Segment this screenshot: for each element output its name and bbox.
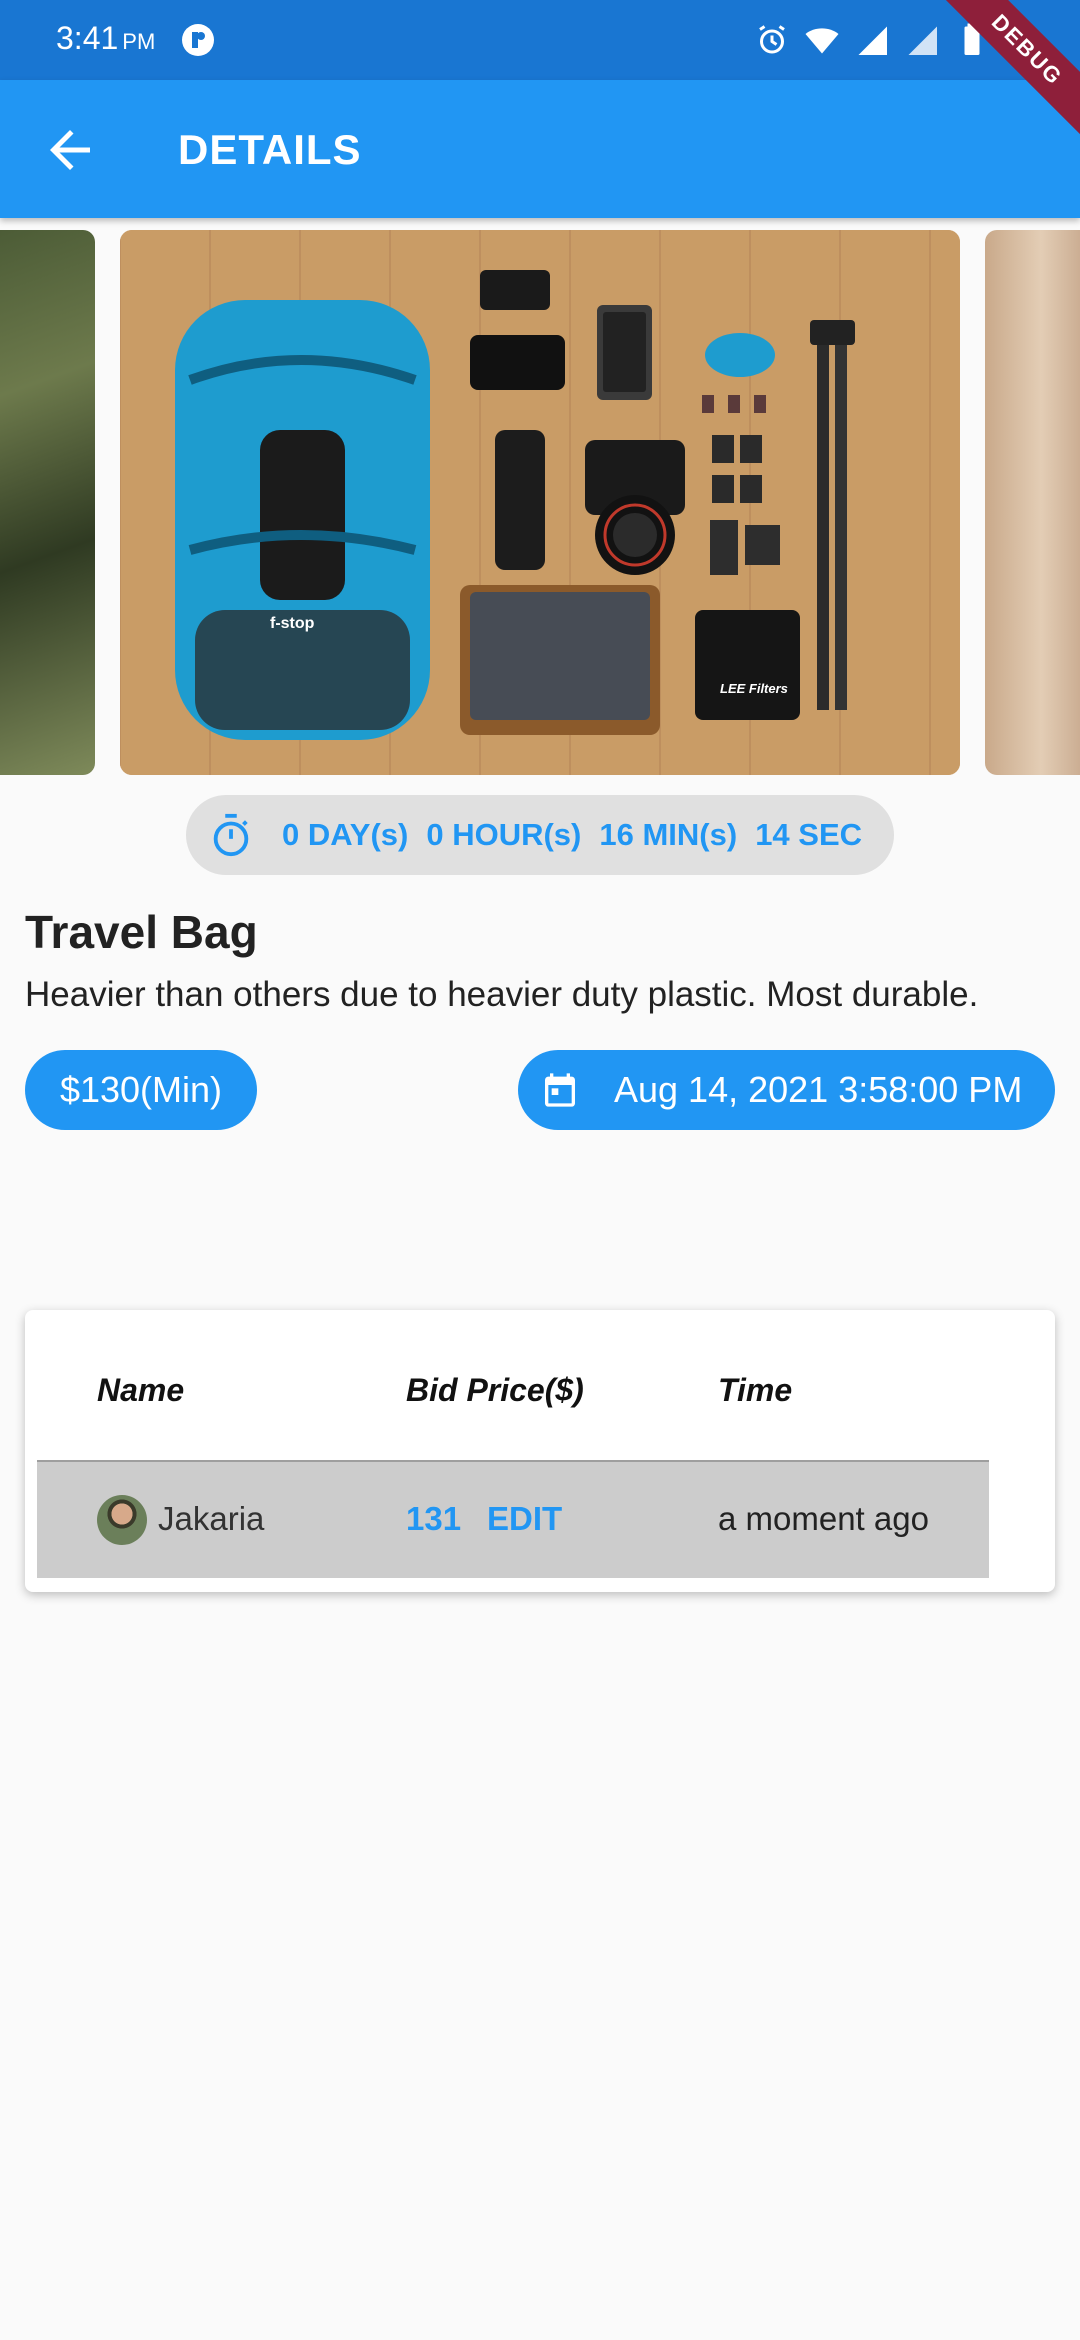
product-title: Travel Bag: [25, 906, 258, 958]
countdown-seconds: 14 SEC: [755, 817, 863, 852]
backpack-brand-text: f-stop: [270, 615, 315, 632]
back-arrow-icon[interactable]: [40, 120, 100, 180]
column-header-time: Time: [718, 1372, 793, 1408]
status-icons: [754, 22, 990, 58]
carousel-image-previous[interactable]: [0, 230, 95, 775]
min-price-chip: $130(Min): [25, 1050, 257, 1130]
wifi-icon: [805, 28, 839, 54]
product-description: Heavier than others due to heavier duty …: [25, 975, 979, 1014]
app-bar: DETAILS: [0, 80, 1080, 218]
status-time: 3:41 PM: [56, 20, 155, 57]
end-date-label: Aug 14, 2021 3:58:00 PM: [614, 1069, 1023, 1110]
countdown-timer: 0 DAY(s) 0 HOUR(s) 16 MIN(s) 14 SEC: [186, 795, 894, 875]
status-time-value: 3:41: [56, 20, 119, 56]
bidder-name: Jakaria: [158, 1500, 265, 1537]
status-time-ampm: PM: [122, 29, 156, 54]
filter-pouch-text: LEE Filters: [720, 681, 788, 696]
countdown-hours: 0 HOUR(s): [426, 817, 582, 852]
bid-amount: 131: [406, 1500, 462, 1537]
carousel-image-next[interactable]: [985, 230, 1080, 775]
timer-icon: [213, 813, 249, 857]
alarm-icon: [759, 25, 785, 54]
column-header-bid-price: Bid Price($): [406, 1372, 584, 1408]
column-header-name: Name: [97, 1372, 185, 1408]
bidder-avatar: [97, 1495, 147, 1545]
countdown-days: 0 DAY(s): [282, 817, 409, 852]
calendar-icon: [545, 1073, 575, 1107]
page-title: DETAILS: [178, 126, 362, 173]
edit-bid-button[interactable]: EDIT: [487, 1500, 562, 1538]
signal-icon: [858, 26, 887, 55]
bids-table-card: Name Bid Price($) Time Jakaria 131 EDIT …: [25, 1310, 1055, 1592]
bid-time: a moment ago: [718, 1500, 929, 1537]
carousel-image-current[interactable]: f-stop LEE Filters: [120, 230, 960, 775]
travel-gear-image: f-stop LEE Filters: [120, 230, 960, 775]
status-bar: 3:41 PM: [0, 0, 1080, 80]
signal-icon-2: [908, 26, 937, 55]
app-notification-icon: [182, 24, 214, 56]
min-price-label: $130(Min): [59, 1069, 223, 1110]
end-date-chip: Aug 14, 2021 3:58:00 PM: [518, 1050, 1055, 1130]
countdown-minutes: 16 MIN(s): [599, 817, 738, 852]
image-carousel[interactable]: f-stop LEE Filters: [0, 230, 1080, 775]
table-row: Jakaria 131 EDIT a moment ago: [37, 1462, 989, 1578]
